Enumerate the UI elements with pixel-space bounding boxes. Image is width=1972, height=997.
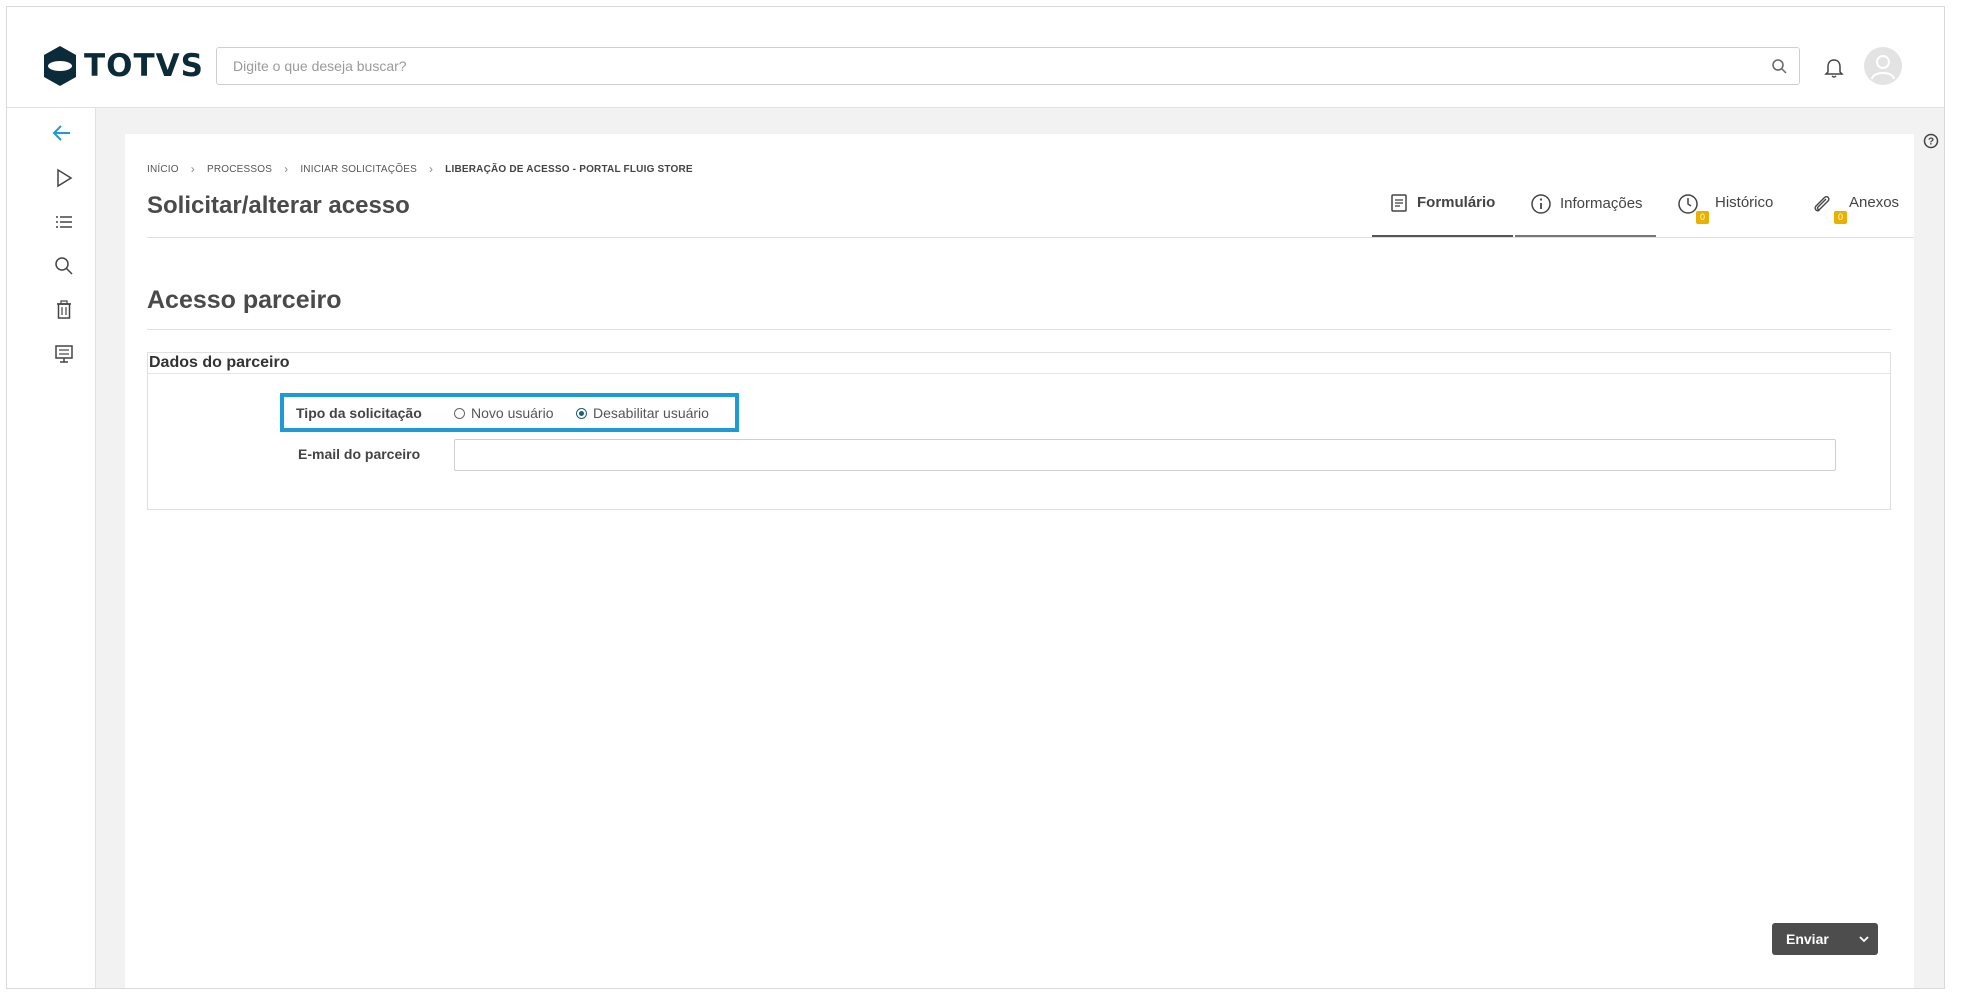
notification-bell-icon[interactable] [1823,57,1845,79]
tab-label: Histórico [1715,194,1774,211]
anexos-count-badge: 0 [1834,211,1847,224]
back-arrow-icon[interactable] [51,122,73,144]
brand-logo[interactable]: TOTVS [42,45,204,87]
chevron-right-icon: › [428,162,434,176]
radio-label: Novo usuário [471,405,554,421]
breadcrumb-item-inicio[interactable]: INÍCIO [147,164,179,175]
radio-label: Desabilitar usuário [593,405,709,421]
tab-label: Anexos [1849,194,1900,211]
monitor-icon[interactable] [53,343,75,365]
info-icon [1531,194,1551,214]
app-window: TOTVS Digite o que deseja buscar? ? INÍC… [6,6,1945,989]
radio-desabilitar-usuario[interactable]: Desabilitar usuário [576,405,709,421]
chevron-right-icon: › [284,162,289,176]
section-title: Acesso parceiro [147,286,342,314]
tab-anexos[interactable]: Anexos 0 [1811,191,1899,236]
totvs-logo-icon [44,46,76,86]
search-bar [216,47,1800,85]
brand-name: TOTVS [84,48,204,84]
email-parceiro-label: E-mail do parceiro [298,446,421,462]
page-title: Solicitar/alterar acesso [147,192,410,219]
breadcrumb-item-iniciar-solicitacoes[interactable]: INICIAR SOLICITAÇÕES [300,164,417,175]
tab-label: Formulário [1417,194,1496,211]
tab-label: Informações [1560,195,1643,212]
chevron-right-icon: › [190,162,195,176]
partner-data-panel: Dados do parceiro Tipo da solicitação No… [147,352,1891,510]
tab-formulario[interactable]: Formulário [1389,191,1495,236]
top-bar: TOTVS [7,7,1944,108]
tipo-solicitacao-label: Tipo da solicitação [296,405,422,421]
chevron-down-icon[interactable] [1849,923,1878,955]
send-button[interactable]: Enviar [1772,923,1878,955]
search-icon[interactable] [53,255,75,277]
breadcrumb-current: LIBERAÇÃO DE ACESSO - PORTAL FLUIG STORE [445,163,693,175]
radio-novo-usuario[interactable]: Novo usuário [454,405,554,421]
search-input[interactable] [217,48,1753,84]
play-icon[interactable] [53,167,75,189]
breadcrumb-item-processos[interactable]: PROCESSOS [207,164,272,175]
tab-informacoes[interactable]: Informações [1530,191,1643,236]
paperclip-icon [1814,195,1830,212]
email-field[interactable] [454,439,1836,471]
svg-text:?: ? [1928,137,1934,148]
tab-historico[interactable]: Histórico 0 [1677,191,1773,236]
send-button-label: Enviar [1786,931,1829,947]
user-icon [1871,55,1895,80]
user-avatar[interactable] [1864,47,1902,85]
panel-title: Dados do parceiro [148,353,1890,374]
breadcrumb: INÍCIO › PROCESSOS › INICIAR SOLICITAÇÕE… [147,162,693,176]
document-icon [1391,194,1407,212]
header-divider [147,237,1914,238]
help-icon[interactable]: ? [1923,133,1939,149]
search-icon[interactable] [1771,58,1787,74]
section-divider [147,329,1891,330]
trash-icon[interactable] [53,299,75,321]
radio-button-selected[interactable] [576,407,587,419]
main-content: INÍCIO › PROCESSOS › INICIAR SOLICITAÇÕE… [125,134,1914,988]
historico-count-badge: 0 [1696,211,1709,224]
sidebar [7,108,96,988]
list-icon[interactable] [53,211,75,233]
radio-button[interactable] [454,407,465,419]
